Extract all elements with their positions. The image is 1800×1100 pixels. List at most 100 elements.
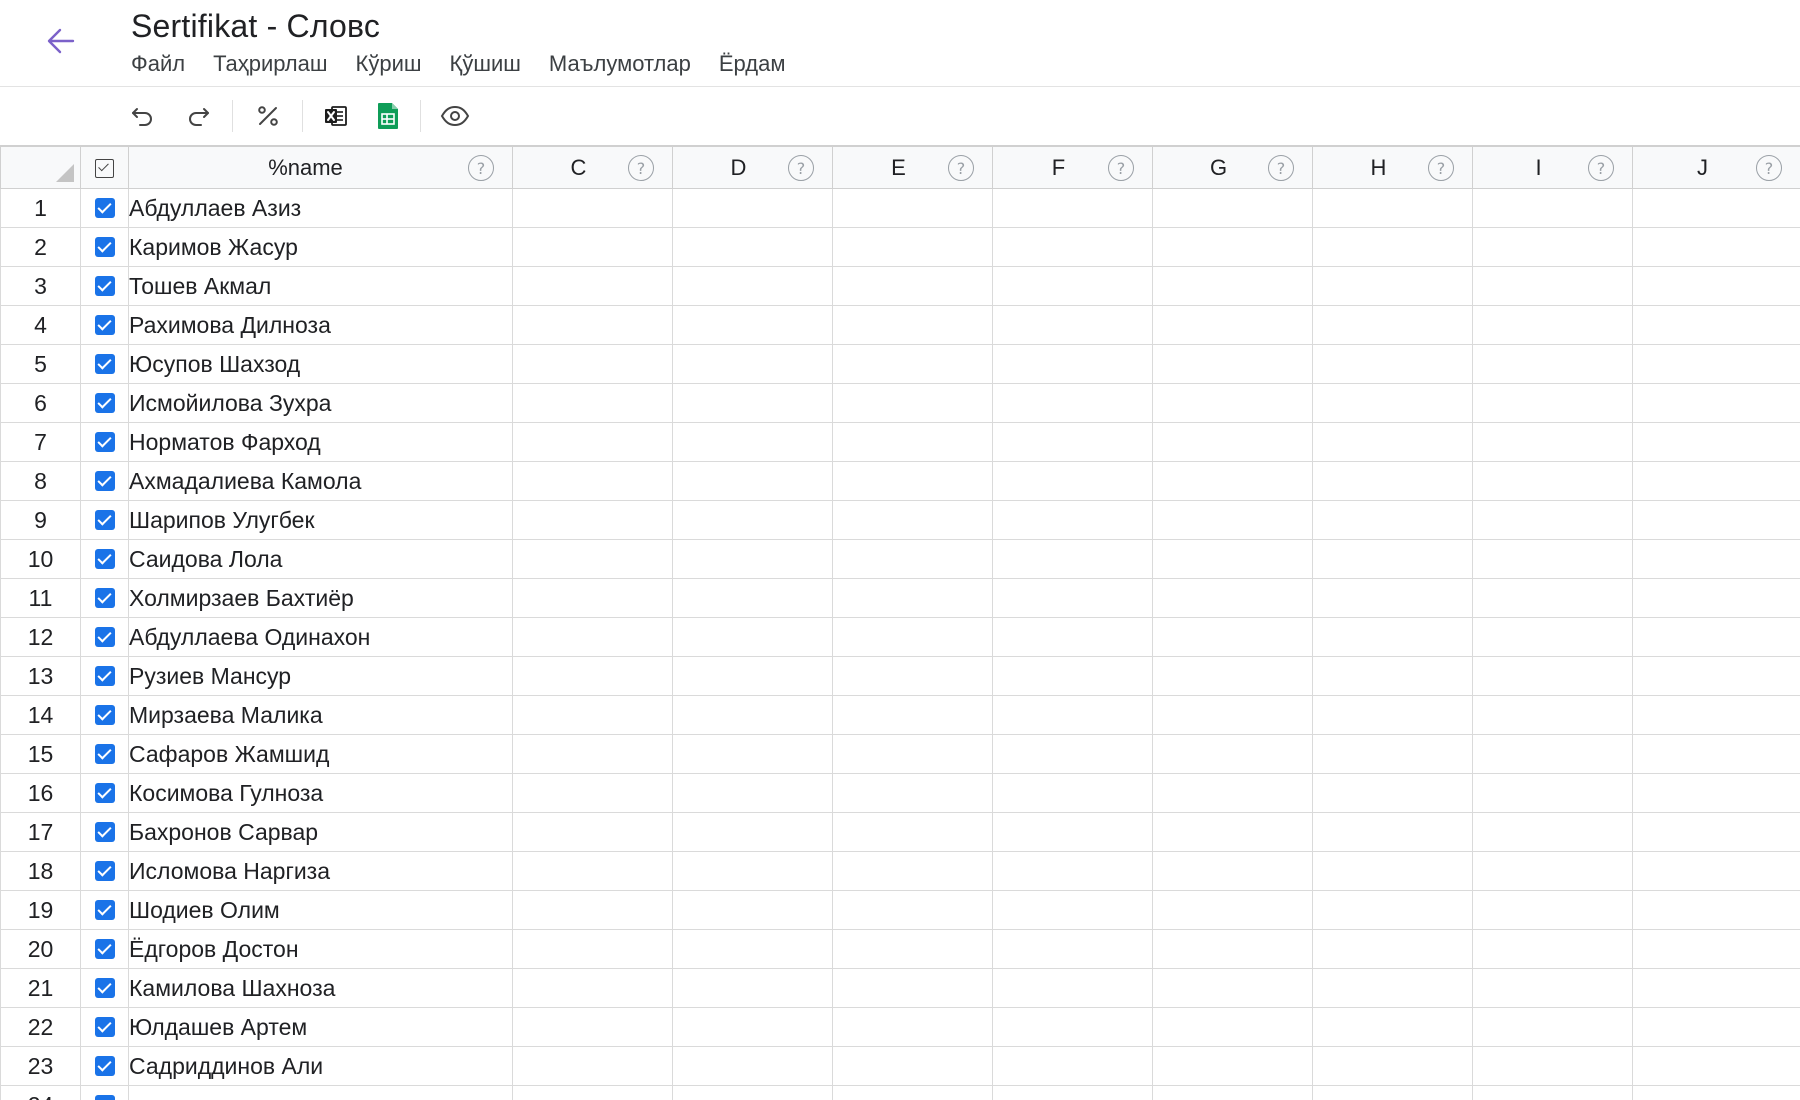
grid-cell[interactable] [1312, 1046, 1473, 1086]
row-number[interactable]: 6 [0, 383, 81, 423]
grid-cell[interactable] [512, 188, 673, 228]
row-checkbox[interactable] [94, 627, 115, 647]
grid-cell[interactable] [832, 539, 993, 579]
grid-cell[interactable] [1632, 461, 1800, 501]
name-cell[interactable]: Ёдгоров Достон [128, 929, 513, 969]
grid-cell[interactable] [992, 305, 1153, 345]
grid-cell[interactable] [1472, 266, 1633, 306]
grid-cell[interactable] [1632, 266, 1800, 306]
row-checkbox[interactable] [94, 822, 115, 842]
grid-cell[interactable] [1312, 890, 1473, 930]
row-number[interactable]: 12 [0, 617, 81, 657]
row-number[interactable]: 2 [0, 227, 81, 267]
name-cell[interactable]: Камилова Шахноза [128, 968, 513, 1008]
grid-cell[interactable] [672, 1085, 833, 1100]
grid-cell[interactable] [1632, 617, 1800, 657]
grid-cell[interactable] [1312, 461, 1473, 501]
grid-cell[interactable] [1472, 188, 1633, 228]
column-header-g[interactable]: G ? [1152, 146, 1313, 189]
row-number[interactable]: 18 [0, 851, 81, 891]
name-cell[interactable]: Исмойилова Зухра [128, 383, 513, 423]
grid-cell[interactable] [1632, 344, 1800, 384]
grid-cell[interactable] [832, 734, 993, 774]
grid-cell[interactable] [1312, 812, 1473, 852]
grid-cell[interactable] [832, 656, 993, 696]
name-cell[interactable]: Каримов Жасур [128, 227, 513, 267]
row-number[interactable]: 17 [0, 812, 81, 852]
name-cell[interactable]: Шарипов Улугбек [128, 500, 513, 540]
grid-cell[interactable] [512, 929, 673, 969]
grid-cell[interactable] [1472, 461, 1633, 501]
grid-cell[interactable] [1152, 812, 1313, 852]
name-cell[interactable]: Абдуллаев Азиз [128, 188, 513, 228]
help-icon[interactable]: ? [788, 155, 814, 181]
grid-cell[interactable] [672, 695, 833, 735]
grid-cell[interactable] [992, 773, 1153, 813]
grid-cell[interactable] [1472, 968, 1633, 1008]
grid-cell[interactable] [672, 305, 833, 345]
grid-cell[interactable] [672, 929, 833, 969]
name-cell[interactable]: Саидова Лола [128, 539, 513, 579]
grid-cell[interactable] [512, 695, 673, 735]
percent-button[interactable] [246, 94, 290, 138]
grid-cell[interactable] [1632, 890, 1800, 930]
name-cell[interactable]: Бахронов Сарвар [128, 812, 513, 852]
help-icon[interactable]: ? [1588, 155, 1614, 181]
grid-cell[interactable] [832, 1007, 993, 1047]
column-header-i[interactable]: I ? [1472, 146, 1633, 189]
grid-cell[interactable] [992, 929, 1153, 969]
row-number[interactable]: 21 [0, 968, 81, 1008]
back-button[interactable] [36, 18, 86, 64]
document-title[interactable]: Sertifikat - Словс [131, 8, 380, 45]
grid-cell[interactable] [992, 266, 1153, 306]
grid-cell[interactable] [1152, 695, 1313, 735]
grid-cell[interactable] [832, 1085, 993, 1100]
preview-button[interactable] [433, 94, 477, 138]
grid-cell[interactable] [1472, 734, 1633, 774]
grid-cell[interactable] [672, 617, 833, 657]
grid-cell[interactable] [672, 1007, 833, 1047]
grid-cell[interactable] [512, 305, 673, 345]
grid-cell[interactable] [672, 227, 833, 267]
grid-cell[interactable] [672, 422, 833, 462]
grid-cell[interactable] [1152, 773, 1313, 813]
row-number[interactable]: 20 [0, 929, 81, 969]
row-number[interactable]: 7 [0, 422, 81, 462]
row-checkbox[interactable] [94, 198, 115, 218]
row-checkbox[interactable] [94, 510, 115, 530]
grid-cell[interactable] [1152, 1085, 1313, 1100]
grid-cell[interactable] [1152, 227, 1313, 267]
grid-cell[interactable] [512, 890, 673, 930]
grid-cell[interactable] [832, 422, 993, 462]
grid-cell[interactable] [1632, 656, 1800, 696]
grid-cell[interactable] [1152, 617, 1313, 657]
grid-cell[interactable] [672, 656, 833, 696]
grid-cell[interactable] [1152, 500, 1313, 540]
row-checkbox[interactable] [94, 1095, 115, 1100]
grid-cell[interactable] [1632, 227, 1800, 267]
grid-cell[interactable] [1312, 422, 1473, 462]
grid-cell[interactable] [512, 773, 673, 813]
row-number[interactable]: 3 [0, 266, 81, 306]
grid-cell[interactable] [1472, 695, 1633, 735]
grid-cell[interactable] [1152, 929, 1313, 969]
name-cell[interactable]: Холмирзаев Бахтиёр [128, 578, 513, 618]
grid-cell[interactable] [1632, 851, 1800, 891]
grid-cell[interactable] [1472, 812, 1633, 852]
grid-cell[interactable] [1632, 383, 1800, 423]
grid-cell[interactable] [992, 812, 1153, 852]
grid-cell[interactable] [992, 734, 1153, 774]
grid-cell[interactable] [992, 188, 1153, 228]
row-checkbox[interactable] [94, 549, 115, 569]
help-icon[interactable]: ? [468, 155, 494, 181]
grid-cell[interactable] [672, 539, 833, 579]
grid-cell[interactable] [1152, 461, 1313, 501]
grid-cell[interactable] [512, 968, 673, 1008]
grid-cell[interactable] [672, 383, 833, 423]
select-all-corner[interactable] [0, 146, 81, 189]
grid-cell[interactable] [512, 656, 673, 696]
row-checkbox[interactable] [94, 354, 115, 374]
grid-cell[interactable] [512, 734, 673, 774]
grid-cell[interactable] [1152, 578, 1313, 618]
grid-cell[interactable] [1632, 1046, 1800, 1086]
